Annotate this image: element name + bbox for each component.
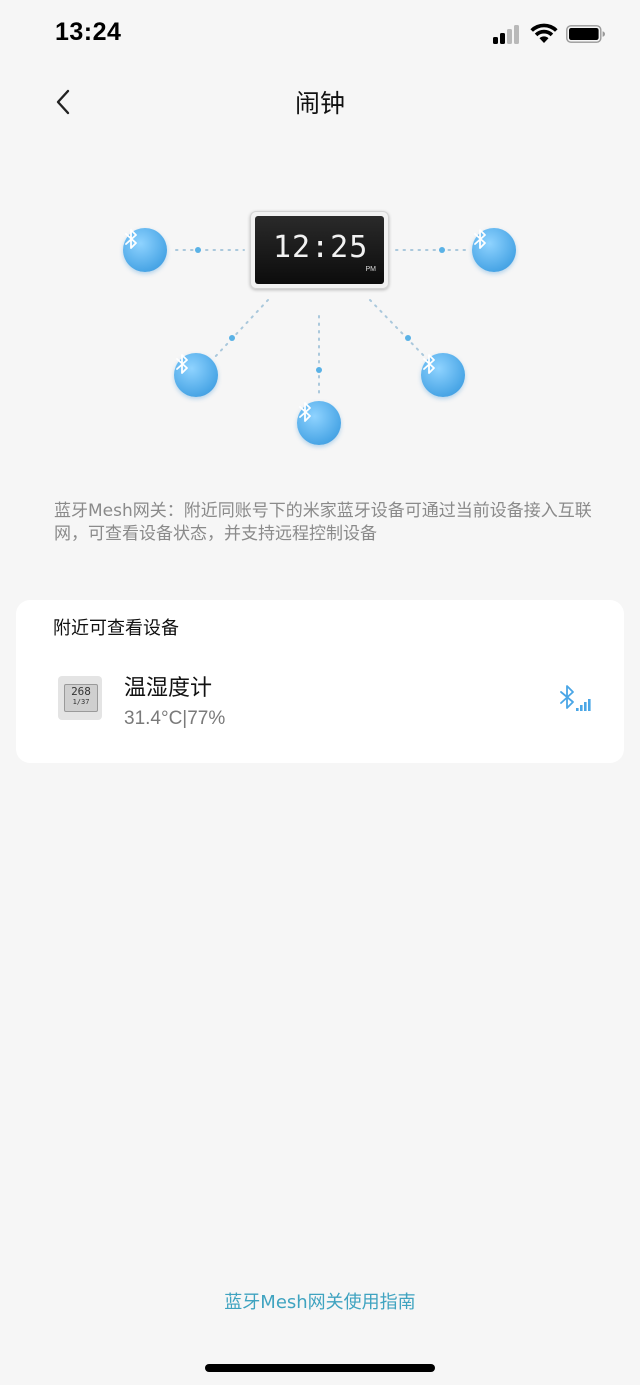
wifi-icon (530, 23, 558, 43)
status-time: 13:24 (55, 18, 122, 46)
alarm-clock-device: 12:25 PM (250, 211, 389, 289)
battery-icon (566, 25, 605, 43)
bluetooth-node-right (472, 228, 516, 272)
bluetooth-icon (423, 354, 435, 374)
card-title: 附近可查看设备 (53, 618, 179, 639)
page-title: 闹钟 (294, 89, 345, 118)
bluetooth-icon (176, 354, 188, 374)
device-name: 温湿度计 (124, 676, 213, 701)
mesh-guide-link[interactable]: 蓝牙Mesh网关使用指南 (0, 1288, 640, 1314)
bluetooth-icon (299, 402, 311, 422)
bluetooth-node-lower-left (174, 353, 218, 397)
clock-ampm: PM (365, 266, 377, 273)
clock-time: 12:25 (273, 230, 369, 265)
mesh-description: 蓝牙Mesh网关：附近同账号下的米家蓝牙设备可通过当前设备接入互联网，可查看设备… (54, 501, 592, 544)
status-bar: 13:24 (0, 0, 640, 70)
lcd-top-reading: 268 (71, 685, 91, 698)
nearby-devices-card: 附近可查看设备 268 1/37 温湿度计 31.4°C|77% (16, 600, 624, 763)
thermo-lcd: 268 1/37 (64, 684, 98, 712)
thermo-hygrometer-icon: 268 1/37 (58, 676, 102, 720)
bluetooth-node-left (123, 228, 167, 272)
bluetooth-node-bottom (297, 401, 341, 445)
device-row[interactable]: 268 1/37 温湿度计 31.4°C|77% (16, 652, 624, 752)
home-indicator[interactable] (205, 1364, 435, 1372)
lcd-bottom-reading: 1/37 (72, 698, 90, 706)
bluetooth-icon (125, 229, 137, 249)
mesh-illustration: 12:25 PM (0, 190, 640, 460)
cellular-signal-icon (493, 24, 523, 44)
nav-bar: 闹钟 (0, 70, 640, 134)
bluetooth-signal-icon (560, 685, 591, 711)
bluetooth-icon (474, 229, 486, 249)
bluetooth-node-lower-right (421, 353, 465, 397)
device-status: 31.4°C|77% (124, 708, 226, 729)
clock-screen: 12:25 PM (255, 216, 384, 284)
